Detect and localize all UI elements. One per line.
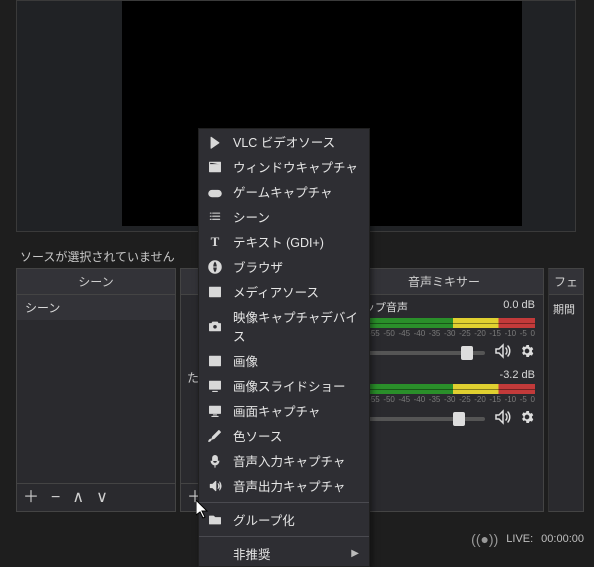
menu-item-label: 画面キャプチャ: [233, 401, 359, 420]
mic-icon: [207, 453, 223, 469]
play-icon: [207, 134, 223, 150]
folder-icon: [207, 512, 223, 528]
image-icon: [207, 353, 223, 369]
blank-icon: [207, 546, 223, 562]
menu-item-globe[interactable]: ブラウザ: [199, 254, 369, 279]
menu-item-film[interactable]: メディアソース: [199, 279, 369, 304]
volume-slider[interactable]: [353, 351, 485, 355]
meter-ticks: -60-55-50-45-40-35-30-25-20-15-10-50: [353, 329, 535, 338]
level-meter: [353, 318, 535, 328]
monitor-icon: [207, 403, 223, 419]
menu-item-label: シーン: [233, 207, 359, 226]
menu-item-label: 音声出力キャプチャ: [233, 476, 359, 495]
menu-item-list[interactable]: シーン: [199, 204, 369, 229]
menu-separator: [199, 502, 369, 503]
menu-item-label: ブラウザ: [233, 257, 359, 276]
menu-item-label: メディアソース: [233, 282, 359, 301]
add-source-context-menu: VLC ビデオソースウィンドウキャプチャゲームキャプチャシーン T テキスト (GD…: [198, 128, 370, 567]
menu-item-label: 非推奨: [233, 544, 341, 563]
menu-item-brush[interactable]: 色ソース: [199, 423, 369, 448]
level-meter: [353, 384, 535, 394]
speaker-icon[interactable]: [493, 342, 511, 363]
remove-scene-button[interactable]: −: [51, 490, 60, 506]
live-indicator-icon: ((●)): [471, 531, 498, 547]
move-scene-up-button[interactable]: ∧: [72, 490, 84, 506]
live-label: LIVE:: [506, 533, 533, 545]
menu-item-label: グループ化: [233, 510, 359, 529]
slider-thumb[interactable]: [461, 346, 473, 360]
scene-item[interactable]: シーン: [17, 295, 175, 320]
menu-item-play[interactable]: VLC ビデオソース: [199, 129, 369, 154]
no-source-selected-text: ソースが選択されていません: [20, 248, 175, 265]
menu-item-label: VLC ビデオソース: [233, 132, 359, 151]
menu-item-label: 音声入力キャプチャ: [233, 451, 359, 470]
menu-item-image[interactable]: 画像: [199, 348, 369, 373]
menu-item-window[interactable]: ウィンドウキャプチャ: [199, 154, 369, 179]
scenes-header: シーン: [17, 269, 175, 295]
menu-item-monitor[interactable]: 画面キャプチャ: [199, 398, 369, 423]
list-icon: [207, 209, 223, 225]
channel-settings-button[interactable]: [519, 343, 535, 362]
menu-separator: [199, 536, 369, 537]
menu-item-label: ゲームキャプチャ: [233, 182, 359, 201]
channel-db: 0.0 dB: [503, 299, 535, 315]
gamepad-icon: [207, 184, 223, 200]
menu-item-label: 画像: [233, 351, 359, 370]
globe-icon: [207, 259, 223, 275]
menu-item-label: ウィンドウキャプチャ: [233, 157, 359, 176]
menu-item-label: 画像スライドショー: [233, 376, 359, 395]
transitions-header: フェ: [549, 269, 583, 295]
menu-item-label: テキスト (GDI+): [233, 232, 359, 251]
mixer-channel: トップ音声 0.0 dB -60-55-50-45-40-35-30-25-20…: [353, 299, 535, 363]
menu-item-mic[interactable]: 音声入力キャプチャ: [199, 448, 369, 473]
camera-icon: [207, 318, 223, 334]
window-icon: [207, 159, 223, 175]
text-icon: T: [207, 234, 223, 250]
speaker-icon[interactable]: [493, 408, 511, 429]
add-scene-button[interactable]: ＋: [23, 490, 39, 506]
speaker-icon: [207, 478, 223, 494]
transitions-panel: フェ 期間: [548, 268, 584, 512]
duration-label: 期間: [549, 295, 583, 323]
menu-item-slides[interactable]: 画像スライドショー: [199, 373, 369, 398]
slides-icon: [207, 378, 223, 394]
menu-item-gamepad[interactable]: ゲームキャプチャ: [199, 179, 369, 204]
audio-mixer-panel: 音声ミキサー トップ音声 0.0 dB -60-55-50-45-40-35-3…: [344, 268, 544, 512]
scenes-panel: シーン シーン ＋ − ∧ ∨: [16, 268, 176, 512]
brush-icon: [207, 428, 223, 444]
meter-ticks: -60-55-50-45-40-35-30-25-20-15-10-50: [353, 395, 535, 404]
channel-db: -3.2 dB: [500, 369, 535, 381]
mixer-channel: -3.2 dB -60-55-50-45-40-35-30-25-20-15-1…: [353, 369, 535, 429]
scenes-footer: ＋ − ∧ ∨: [17, 483, 175, 511]
mixer-header: 音声ミキサー: [345, 269, 543, 295]
film-icon: [207, 284, 223, 300]
channel-settings-button[interactable]: [519, 409, 535, 428]
menu-item-group[interactable]: グループ化: [199, 507, 369, 532]
menu-item-label: 色ソース: [233, 426, 359, 445]
menu-item-speaker[interactable]: 音声出力キャプチャ: [199, 473, 369, 498]
menu-item-camera[interactable]: 映像キャプチャデバイス: [199, 304, 369, 348]
menu-item-text[interactable]: T テキスト (GDI+): [199, 229, 369, 254]
move-scene-down-button[interactable]: ∨: [96, 490, 108, 506]
slider-thumb[interactable]: [453, 412, 465, 426]
live-time: 00:00:00: [541, 533, 584, 545]
menu-item-deprecated[interactable]: 非推奨▶: [199, 541, 369, 566]
menu-item-label: 映像キャプチャデバイス: [233, 307, 359, 345]
volume-slider[interactable]: [353, 417, 485, 421]
